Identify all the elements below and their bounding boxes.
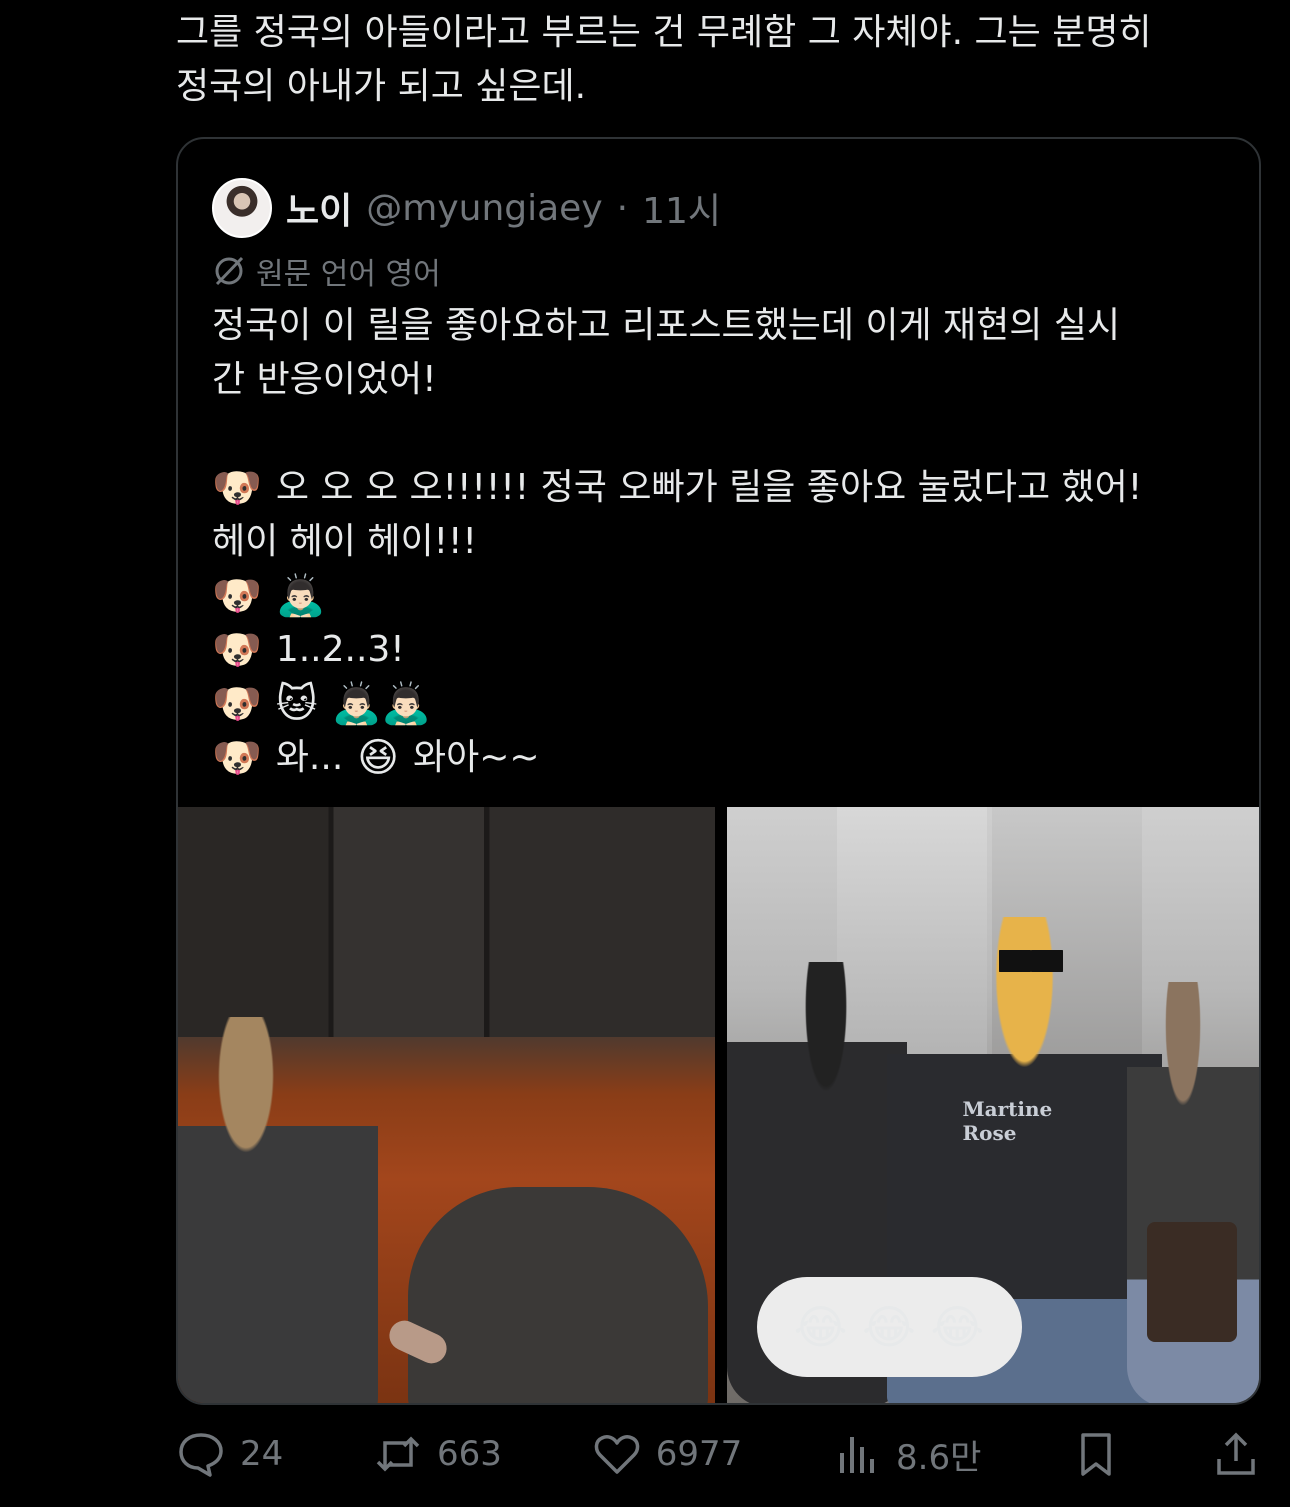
meta-separator: ·: [616, 187, 629, 229]
body-line: 🐶 🐱 🙇🏻‍♂️🙇🏻‍♂️: [212, 677, 1222, 731]
bowing-man-icon: 🙇🏻‍♂️: [275, 573, 326, 619]
repost-button[interactable]: 663: [373, 1429, 502, 1479]
post-text-line-2: 정국의 아내가 되고 싶은데.: [176, 66, 587, 107]
share-upload-icon: [1217, 1432, 1255, 1475]
grinning-squinting-face-icon: 😆: [357, 735, 399, 781]
body-line-text: 1..2..3!: [275, 629, 405, 670]
bar-chart-icon: [840, 1437, 875, 1473]
sunglasses: [998, 950, 1063, 972]
author-handle[interactable]: @myungiaey: [366, 188, 602, 229]
body-line: 🐶 오 오 오 오!!!!!! 정국 오빠가 릴을 좋아요 눌렀다고 했어!: [212, 461, 1222, 515]
bag: [1146, 1222, 1237, 1342]
quoted-post-header: 노이 @myungiaey · 11시: [212, 177, 721, 239]
reply-button[interactable]: 24: [176, 1429, 283, 1479]
body-line-text: 오 오 오 오!!!!!! 정국 오빠가 릴을 좋아요 눌렀다고 했어!: [275, 467, 1143, 508]
post-text: 그를 정국의 아들이라고 부르는 건 무례함 그 자체야. 그는 분명히정국의 …: [176, 6, 1256, 114]
post-timestamp[interactable]: 11시: [642, 182, 721, 234]
translation-notice[interactable]: 원문 언어 영어: [212, 249, 441, 293]
dog-face-icon: 🐶: [212, 573, 262, 619]
body-line: 정국이 이 릴을 좋아요하고 리포스트했는데 이게 재현의 실시: [212, 305, 1121, 346]
body-line: 🐶 🙇🏻‍♂️: [212, 569, 1222, 623]
cat-face-icon: 🐱: [275, 681, 318, 727]
quoted-post-body: 정국이 이 릴을 좋아요하고 리포스트했는데 이게 재현의 실시 간 반응이었어…: [212, 299, 1222, 785]
body-line-text: 와아~~: [412, 737, 540, 778]
view-count: 8.6만: [896, 1437, 982, 1478]
like-button[interactable]: 6977: [592, 1429, 743, 1479]
body-line: 간 반응이었어!: [212, 359, 437, 400]
repost-count: 663: [437, 1434, 502, 1474]
jacket-on-floor: [408, 1187, 708, 1403]
dog-face-icon: 🐶: [212, 681, 262, 727]
translation-label: 원문 언어 영어: [256, 257, 441, 292]
action-bar: 24 663 6977 8.6만: [176, 1422, 1261, 1486]
speech-bubble-icon: [179, 1433, 223, 1477]
media-grid: Martine Rose 😂 😂 😂: [178, 807, 1259, 1403]
share-button[interactable]: [1211, 1429, 1261, 1479]
avatar[interactable]: [212, 178, 272, 238]
body-line: 헤이 헤이 헤이!!!: [212, 521, 477, 562]
heart-icon: [594, 1435, 639, 1474]
media-photo-right[interactable]: Martine Rose 😂 😂 😂: [726, 807, 1259, 1403]
globe-slash-icon: [215, 256, 244, 286]
repost-arrows-icon: [376, 1436, 420, 1472]
wall-panel: [178, 807, 715, 1037]
body-line: 🐶 와... 😆 와아~~: [212, 731, 1222, 785]
media-photo-left[interactable]: [178, 807, 715, 1403]
reaction-bubble: 😂 😂 😂: [756, 1277, 1022, 1377]
views-button[interactable]: 8.6만: [832, 1429, 981, 1479]
person-figure: [178, 1017, 378, 1403]
bookmark-icon: [1081, 1433, 1111, 1476]
author-name[interactable]: 노이: [286, 182, 352, 234]
like-count: 6977: [655, 1434, 743, 1474]
post-text-line-1: 그를 정국의 아들이라고 부르는 건 무례함 그 자체야. 그는 분명히: [176, 12, 1152, 53]
bookmark-button[interactable]: [1071, 1429, 1121, 1479]
dog-face-icon: 🐶: [212, 465, 262, 511]
body-line-text: 와...: [275, 737, 344, 778]
dog-face-icon: 🐶: [212, 735, 262, 781]
face-with-tears-of-joy-icon: 😂 😂 😂: [793, 1300, 985, 1354]
bowing-man-icon: 🙇🏻‍♂️🙇🏻‍♂️: [331, 681, 432, 727]
body-line: 🐶 1..2..3!: [212, 623, 1222, 677]
quoted-post-card[interactable]: 노이 @myungiaey · 11시 원문 언어 영어 정국이 이 릴을 좋아…: [176, 137, 1261, 1405]
reply-count: 24: [240, 1434, 284, 1474]
dog-face-icon: 🐶: [212, 627, 262, 673]
jacket-logo: Martine Rose: [962, 1097, 1053, 1145]
